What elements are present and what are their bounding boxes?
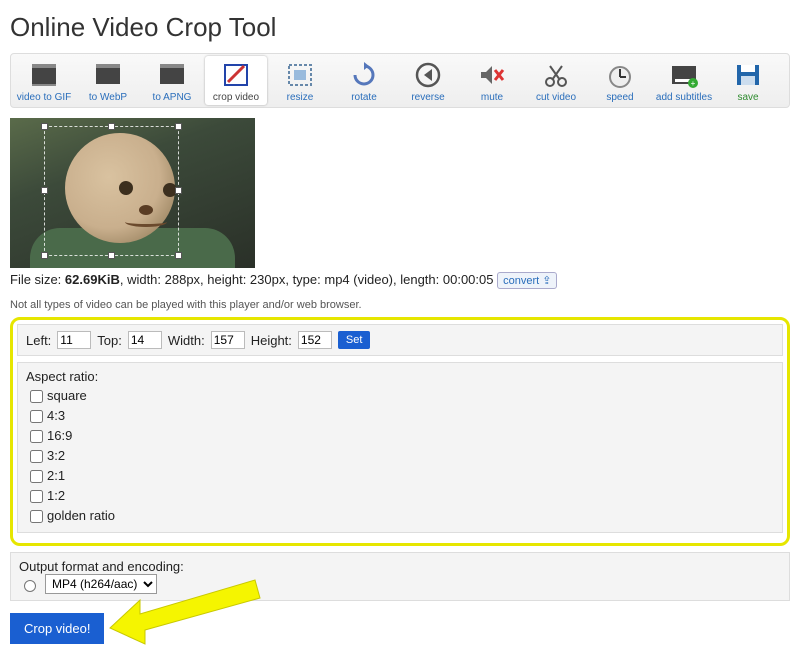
handle-right-mid[interactable] <box>175 187 182 194</box>
rotate-icon <box>333 60 395 90</box>
toolbar-reverse[interactable]: reverse <box>397 56 459 105</box>
aspect-label: 2:1 <box>47 468 65 483</box>
toolbar-label: to APNG <box>141 92 203 103</box>
aspect-checkbox-1-2[interactable] <box>30 490 43 503</box>
aspect-checkbox-square[interactable] <box>30 390 43 403</box>
toolbar-label: save <box>717 92 779 103</box>
set-button[interactable]: Set <box>338 331 371 349</box>
speed-icon <box>589 60 651 90</box>
height-label: Height: <box>251 333 292 348</box>
width-input[interactable] <box>211 331 245 349</box>
aspect-checkbox-golden-ratio[interactable] <box>30 510 43 523</box>
aspect-checkbox-3-2[interactable] <box>30 450 43 463</box>
toolbar-label: mute <box>461 92 523 103</box>
video-to-gif-icon <box>13 60 75 90</box>
aspect-label: 4:3 <box>47 408 65 423</box>
output-radio[interactable] <box>24 580 36 592</box>
aspect-title: Aspect ratio: <box>26 369 774 384</box>
left-input[interactable] <box>57 331 91 349</box>
aspect-option: golden ratio <box>26 506 774 526</box>
output-panel: Output format and encoding: MP4 (h264/aa… <box>10 552 790 601</box>
toolbar-label: to WebP <box>77 92 139 103</box>
width-label: Width: <box>168 333 205 348</box>
toolbar-crop-video[interactable]: crop video <box>205 56 267 105</box>
toolbar-rotate[interactable]: rotate <box>333 56 395 105</box>
mute-icon <box>461 60 523 90</box>
toolbar-label: video to GIF <box>13 92 75 103</box>
coords-panel: Left: Top: Width: Height: Set <box>17 324 783 356</box>
convert-label: convert <box>503 275 539 287</box>
aspect-checkbox-4-3[interactable] <box>30 410 43 423</box>
toolbar-to-webp[interactable]: to WebP <box>77 56 139 105</box>
aspect-option: 1:2 <box>26 486 774 506</box>
convert-icon: ⇪ <box>542 275 551 287</box>
player-note: Not all types of video can be played wit… <box>10 299 790 311</box>
toolbar-add-subtitles[interactable]: + add subtitles <box>653 56 715 105</box>
crop-selection[interactable] <box>44 126 179 256</box>
handle-bottom-right[interactable] <box>175 252 182 259</box>
aspect-option: 2:1 <box>26 466 774 486</box>
crop-video-button[interactable]: Crop video! <box>10 613 104 644</box>
toolbar-to-apng[interactable]: to APNG <box>141 56 203 105</box>
handle-bottom-left[interactable] <box>41 252 48 259</box>
toolbar-label: rotate <box>333 92 395 103</box>
toolbar-label: cut video <box>525 92 587 103</box>
aspect-label: golden ratio <box>47 508 115 523</box>
video-preview[interactable] <box>10 118 255 268</box>
toolbar: video to GIFto WebPto APNGcrop videoresi… <box>10 53 790 108</box>
handle-bottom-mid[interactable] <box>108 252 115 259</box>
file-info-rest: , width: 288px, height: 230px, type: mp4… <box>120 272 494 287</box>
output-title: Output format and encoding: <box>19 559 781 574</box>
aspect-option: 4:3 <box>26 406 774 426</box>
toolbar-mute[interactable]: mute <box>461 56 523 105</box>
top-input[interactable] <box>128 331 162 349</box>
toolbar-cut-video[interactable]: cut video <box>525 56 587 105</box>
crop-video-icon <box>205 60 267 90</box>
to-apng-icon <box>141 60 203 90</box>
toolbar-video-to-gif[interactable]: video to GIF <box>13 56 75 105</box>
aspect-option: 3:2 <box>26 446 774 466</box>
file-info: File size: 62.69KiB, width: 288px, heigh… <box>10 272 790 289</box>
handle-top-right[interactable] <box>175 123 182 130</box>
resize-icon <box>269 60 331 90</box>
aspect-checkbox-2-1[interactable] <box>30 470 43 483</box>
aspect-panel: Aspect ratio: square 4:3 16:9 3:2 2:1 1:2 gold… <box>17 362 783 533</box>
aspect-option: 16:9 <box>26 426 774 446</box>
aspect-checkbox-16-9[interactable] <box>30 430 43 443</box>
file-size-value: 62.69KiB <box>65 272 120 287</box>
convert-button[interactable]: convert ⇪ <box>497 272 557 289</box>
file-size-label: File size: <box>10 272 61 287</box>
add-subtitles-icon: + <box>653 60 715 90</box>
crop-settings-highlight: Left: Top: Width: Height: Set Aspect rat… <box>10 317 790 546</box>
toolbar-resize[interactable]: resize <box>269 56 331 105</box>
output-format-select[interactable]: MP4 (h264/aac) <box>45 574 157 594</box>
height-input[interactable] <box>298 331 332 349</box>
aspect-label: 1:2 <box>47 488 65 503</box>
toolbar-label: resize <box>269 92 331 103</box>
to-webp-icon <box>77 60 139 90</box>
aspect-label: 16:9 <box>47 428 72 443</box>
cut-video-icon <box>525 60 587 90</box>
svg-text:+: + <box>691 79 696 88</box>
reverse-icon <box>397 60 459 90</box>
save-icon <box>717 60 779 90</box>
toolbar-speed[interactable]: speed <box>589 56 651 105</box>
aspect-option: square <box>26 386 774 406</box>
page-title: Online Video Crop Tool <box>10 12 790 43</box>
toolbar-save[interactable]: save <box>717 56 779 105</box>
toolbar-label: reverse <box>397 92 459 103</box>
handle-top-mid[interactable] <box>108 123 115 130</box>
top-label: Top: <box>97 333 122 348</box>
aspect-label: 3:2 <box>47 448 65 463</box>
toolbar-label: add subtitles <box>653 92 715 103</box>
toolbar-label: speed <box>589 92 651 103</box>
handle-top-left[interactable] <box>41 123 48 130</box>
left-label: Left: <box>26 333 51 348</box>
handle-left-mid[interactable] <box>41 187 48 194</box>
toolbar-label: crop video <box>205 92 267 103</box>
aspect-label: square <box>47 388 87 403</box>
